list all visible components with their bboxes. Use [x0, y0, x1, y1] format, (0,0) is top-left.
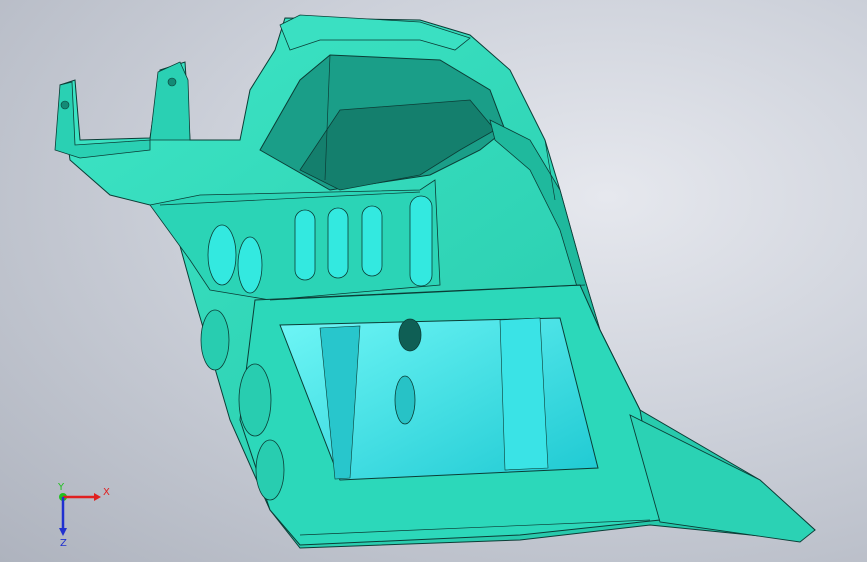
window-rib [499, 317, 549, 471]
boss-2 [238, 363, 272, 437]
slot-6 [237, 236, 263, 294]
slot-3 [361, 205, 383, 277]
x-axis-label: X [103, 487, 110, 498]
3d-part-model[interactable] [0, 0, 867, 562]
coordinate-triad: X Y Z [57, 482, 110, 549]
slot-4 [409, 195, 433, 287]
left-bracket-arm [54, 81, 151, 159]
bracket-hole-left [60, 100, 70, 110]
boss-1 [200, 309, 230, 371]
boss-3 [255, 439, 285, 501]
panel-hole-lower [394, 375, 416, 425]
x-axis-arrow [94, 493, 101, 501]
slot-2 [327, 207, 349, 279]
slot-1 [294, 209, 316, 281]
bracket-hole-center [167, 77, 177, 87]
y-axis-label: Y [57, 482, 65, 493]
center-bracket-tab [149, 61, 191, 141]
panel-hole-upper [398, 318, 422, 352]
z-axis-label: Z [60, 538, 67, 549]
slot-5 [207, 224, 237, 286]
z-axis-arrow [59, 528, 67, 536]
graphics-viewport[interactable]: X Y Z [0, 0, 867, 562]
